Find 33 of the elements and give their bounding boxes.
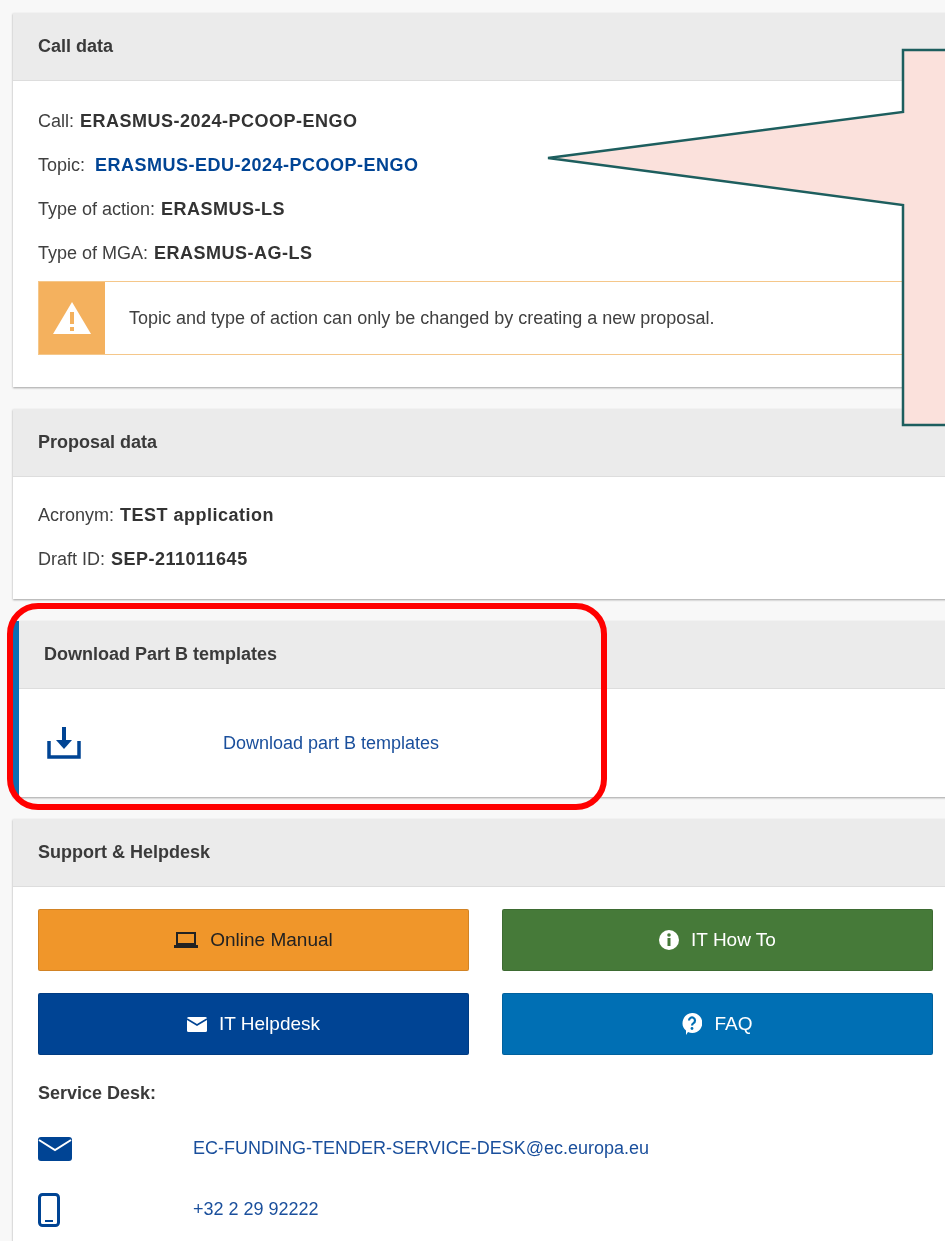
field-label: Draft ID: — [38, 548, 105, 570]
field-value: TEST application — [120, 504, 275, 526]
field-label: Type of action: — [38, 198, 156, 220]
field-label: Acronym: — [38, 504, 115, 526]
phone-icon — [38, 1192, 60, 1227]
support-button[interactable]: IT Helpdesk — [38, 993, 469, 1055]
card-title: Download Part B templates — [19, 621, 945, 689]
section-title: Service Desk: — [38, 1083, 158, 1104]
field-value: ERASMUS-AG-LS — [154, 242, 313, 264]
support-button[interactable]: Online Manual — [38, 909, 469, 971]
warning-icon — [53, 302, 91, 334]
email-link[interactable]: EC-FUNDING-TENDER-SERVICE-DESK@ec.europa.eu — [193, 1138, 650, 1159]
download-link[interactable]: Download part B templates — [223, 732, 440, 754]
field-value: ERASMUS-2024-PCOOP-ENGO — [80, 110, 358, 132]
info-icon — [659, 930, 680, 950]
card-title: Support & Helpdesk — [13, 819, 945, 887]
field-value: ERASMUS-LS — [161, 198, 286, 220]
support-button[interactable]: FAQ — [502, 993, 933, 1055]
envelope-icon — [187, 1016, 207, 1032]
field-value: SEP-211011645 — [111, 548, 248, 570]
topic-link[interactable]: ERASMUS-EDU-2024-PCOOP-ENGO — [95, 154, 419, 176]
laptop-icon — [174, 932, 199, 948]
field-label: Type of MGA: — [38, 242, 149, 264]
field-label: Call: — [38, 110, 74, 132]
help-icon — [682, 1013, 703, 1035]
download-icon — [47, 727, 81, 759]
field-label: Topic: — [38, 154, 86, 176]
support-button[interactable]: IT How To — [502, 909, 933, 971]
card-title: Proposal data — [13, 409, 945, 477]
phone-link[interactable]: +32 2 29 92222 — [193, 1199, 319, 1220]
envelope-icon — [38, 1136, 72, 1161]
card-title: Call data — [13, 13, 945, 81]
warning-text: Topic and type of action can only be changed by creating a new proposal. — [129, 307, 715, 329]
